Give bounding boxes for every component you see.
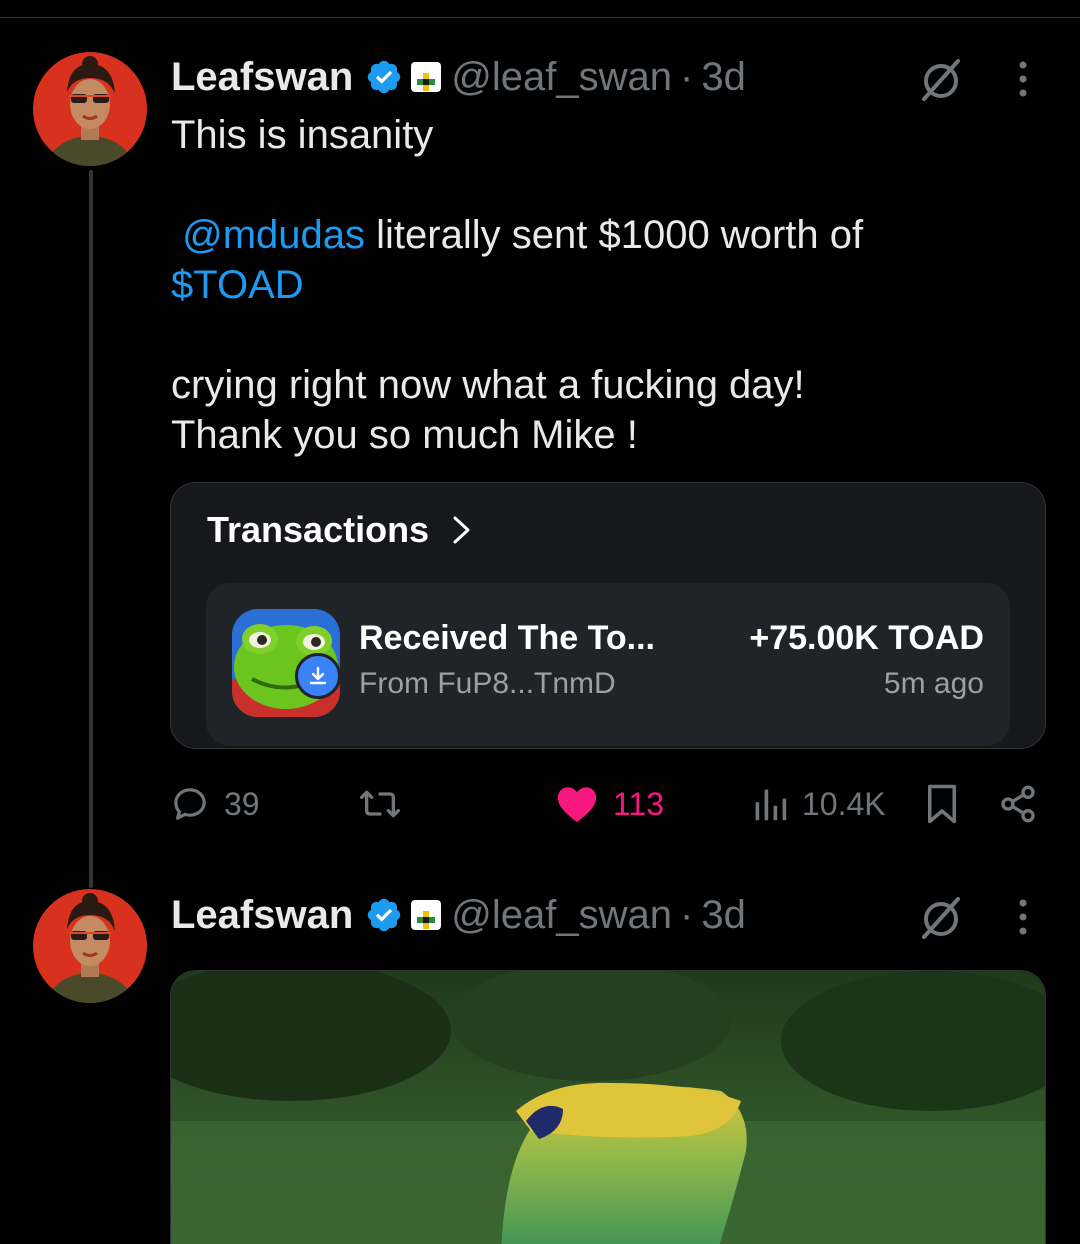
author-avatar[interactable] xyxy=(33,52,147,166)
transactions-card[interactable]: Transactions Received The To... From FuP… xyxy=(170,482,1046,749)
verified-badge-icon xyxy=(368,898,401,932)
tweet-text-line: crying right now what a fucking day! xyxy=(171,363,805,407)
mention-link[interactable]: @mdudas xyxy=(182,213,365,257)
share-button[interactable] xyxy=(998,780,1038,828)
bookmark-button[interactable] xyxy=(924,780,960,828)
separator-dot: · xyxy=(680,892,694,937)
tweet-header: Leafswan @leaf_swan · 3d xyxy=(171,888,746,942)
tweet-text-line: $TOAD xyxy=(171,260,1051,310)
affiliate-badge-icon[interactable] xyxy=(411,900,442,930)
chevron-right-icon xyxy=(453,516,470,544)
author-handle[interactable]: @leaf_swan xyxy=(451,893,672,938)
tweet-text-line: This is insanity xyxy=(171,113,434,157)
heart-icon xyxy=(557,787,597,823)
transactions-header[interactable]: Transactions xyxy=(207,509,475,551)
grok-icon[interactable] xyxy=(916,893,966,943)
separator-dot: · xyxy=(680,54,694,99)
reply-button[interactable]: 39 xyxy=(170,780,260,828)
cashtag-link[interactable]: $TOAD xyxy=(171,263,304,307)
author-name[interactable]: Leafswan xyxy=(171,893,353,938)
thread-line xyxy=(89,170,93,888)
transaction-amount: +75.00K TOAD xyxy=(749,619,984,657)
author-name[interactable]: Leafswan xyxy=(171,55,353,100)
transaction-sender: From FuP8...TnmD xyxy=(359,667,616,700)
tweet-text-line: Thank you so much Mike ! xyxy=(171,413,638,457)
tweet-header: Leafswan @leaf_swan · 3d xyxy=(171,50,746,104)
verified-badge-icon xyxy=(368,60,401,94)
more-icon[interactable] xyxy=(1016,59,1030,99)
author-avatar[interactable] xyxy=(33,889,147,1003)
tweet-timestamp[interactable]: 3d xyxy=(701,55,746,100)
tweet-timestamp[interactable]: 3d xyxy=(701,893,746,938)
views-count: 10.4K xyxy=(802,785,886,822)
share-icon xyxy=(1001,785,1035,823)
repost-button[interactable] xyxy=(358,780,416,828)
author-handle[interactable]: @leaf_swan xyxy=(451,55,672,100)
reply-count: 39 xyxy=(224,785,260,822)
tweet-media-frog-image[interactable] xyxy=(170,970,1046,1244)
tweet-text-fragment: literally sent $1000 worth of xyxy=(365,213,864,257)
tweet-text-line: @mdudas literally sent $1000 worth of xyxy=(171,210,1051,260)
like-count: 113 xyxy=(613,785,665,822)
retweet-icon xyxy=(359,790,400,818)
transactions-title: Transactions xyxy=(207,509,430,550)
grok-icon[interactable] xyxy=(916,55,966,105)
reply-icon xyxy=(174,788,206,820)
more-icon[interactable] xyxy=(1016,897,1030,937)
views-button[interactable]: 10.4K xyxy=(752,780,886,828)
like-button[interactable]: 113 xyxy=(555,780,664,828)
transaction-row[interactable]: Received The To... From FuP8...TnmD +75.… xyxy=(206,583,1010,746)
bookmark-icon xyxy=(928,784,956,824)
transaction-time: 5m ago xyxy=(883,667,984,700)
transaction-name: Received The To... xyxy=(359,619,656,657)
top-divider xyxy=(0,17,1080,18)
download-icon xyxy=(295,653,341,699)
views-icon xyxy=(755,789,787,821)
affiliate-badge-icon[interactable] xyxy=(411,62,442,92)
